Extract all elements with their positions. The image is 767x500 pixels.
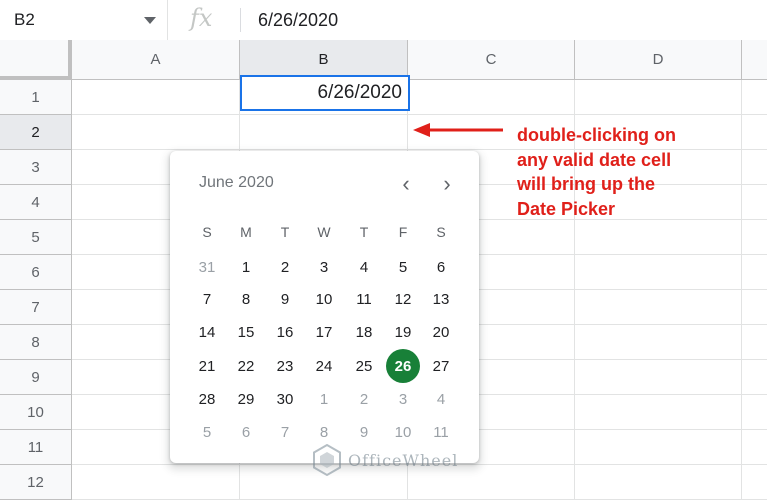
- watermark-logo: OfficeWheel: [312, 443, 458, 477]
- annotation-text: double-clicking on any valid date cell w…: [517, 125, 677, 219]
- watermark-text: OfficeWheel: [348, 450, 459, 470]
- annotation-arrow: [413, 123, 503, 137]
- officewheel-logo-icon: [313, 444, 341, 476]
